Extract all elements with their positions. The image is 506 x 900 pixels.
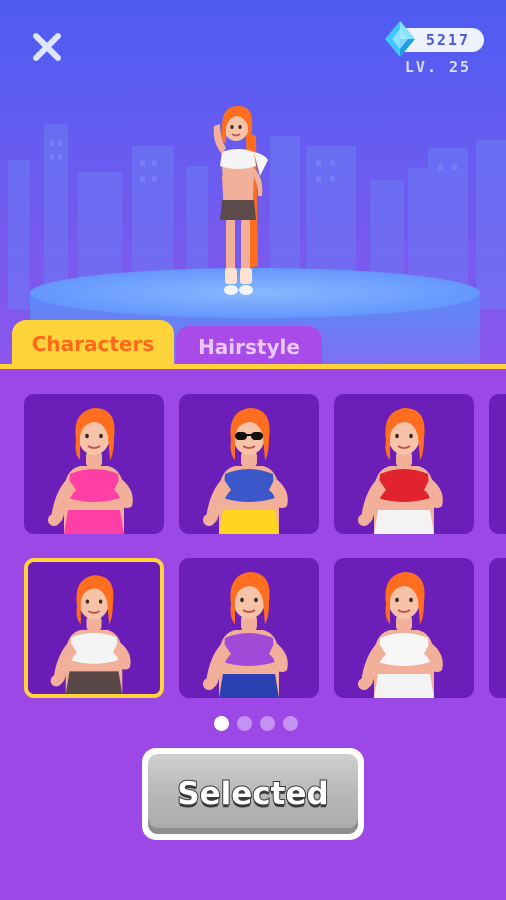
tab-hairstyle-label: Hairstyle — [198, 335, 300, 359]
tab-characters-label: Characters — [31, 332, 155, 356]
outfit-card-red-bra-white-skirt[interactable] — [334, 394, 474, 534]
page-dot-3[interactable] — [260, 716, 275, 731]
outfit-character-image — [203, 572, 288, 698]
close-icon — [33, 33, 61, 61]
close-button[interactable] — [28, 28, 66, 66]
outfit-card-white-crop-shorts[interactable] — [24, 558, 164, 698]
outfit-character-image — [50, 575, 131, 694]
preview-character — [213, 106, 268, 295]
selected-button-label: Selected — [176, 775, 329, 813]
page-dot-2[interactable] — [237, 716, 252, 731]
outfit-card-purple-tank-galaxy-skirt[interactable] — [179, 558, 319, 698]
outfit-card-next-page[interactable] — [489, 394, 506, 534]
outfit-character-image — [203, 408, 288, 534]
tab-hairstyle[interactable]: Hairstyle — [176, 326, 322, 368]
level-indicator: LV. 25 — [404, 58, 472, 76]
tab-characters[interactable]: Characters — [12, 320, 174, 368]
outfit-card-white-lace-outfit[interactable] — [334, 558, 474, 698]
selected-button-face: Selected — [148, 754, 358, 834]
page-dot-1[interactable] — [214, 716, 229, 731]
character-preview-scene: 5217 LV. 25 — [0, 0, 506, 366]
outfit-character-image — [358, 572, 443, 698]
gem-count: 5217 — [425, 31, 470, 49]
outfit-character-image — [358, 408, 443, 534]
page-dot-4[interactable] — [283, 716, 298, 731]
outfit-character-image — [48, 408, 133, 534]
outfit-card-next-page[interactable] — [489, 558, 506, 698]
diamond-icon — [385, 21, 415, 57]
outfit-card-blue-crop-yellow-pants[interactable] — [179, 394, 319, 534]
page-indicator — [214, 716, 298, 732]
outfit-card-pink-dress[interactable] — [24, 394, 164, 534]
selected-button[interactable]: Selected — [142, 748, 364, 840]
